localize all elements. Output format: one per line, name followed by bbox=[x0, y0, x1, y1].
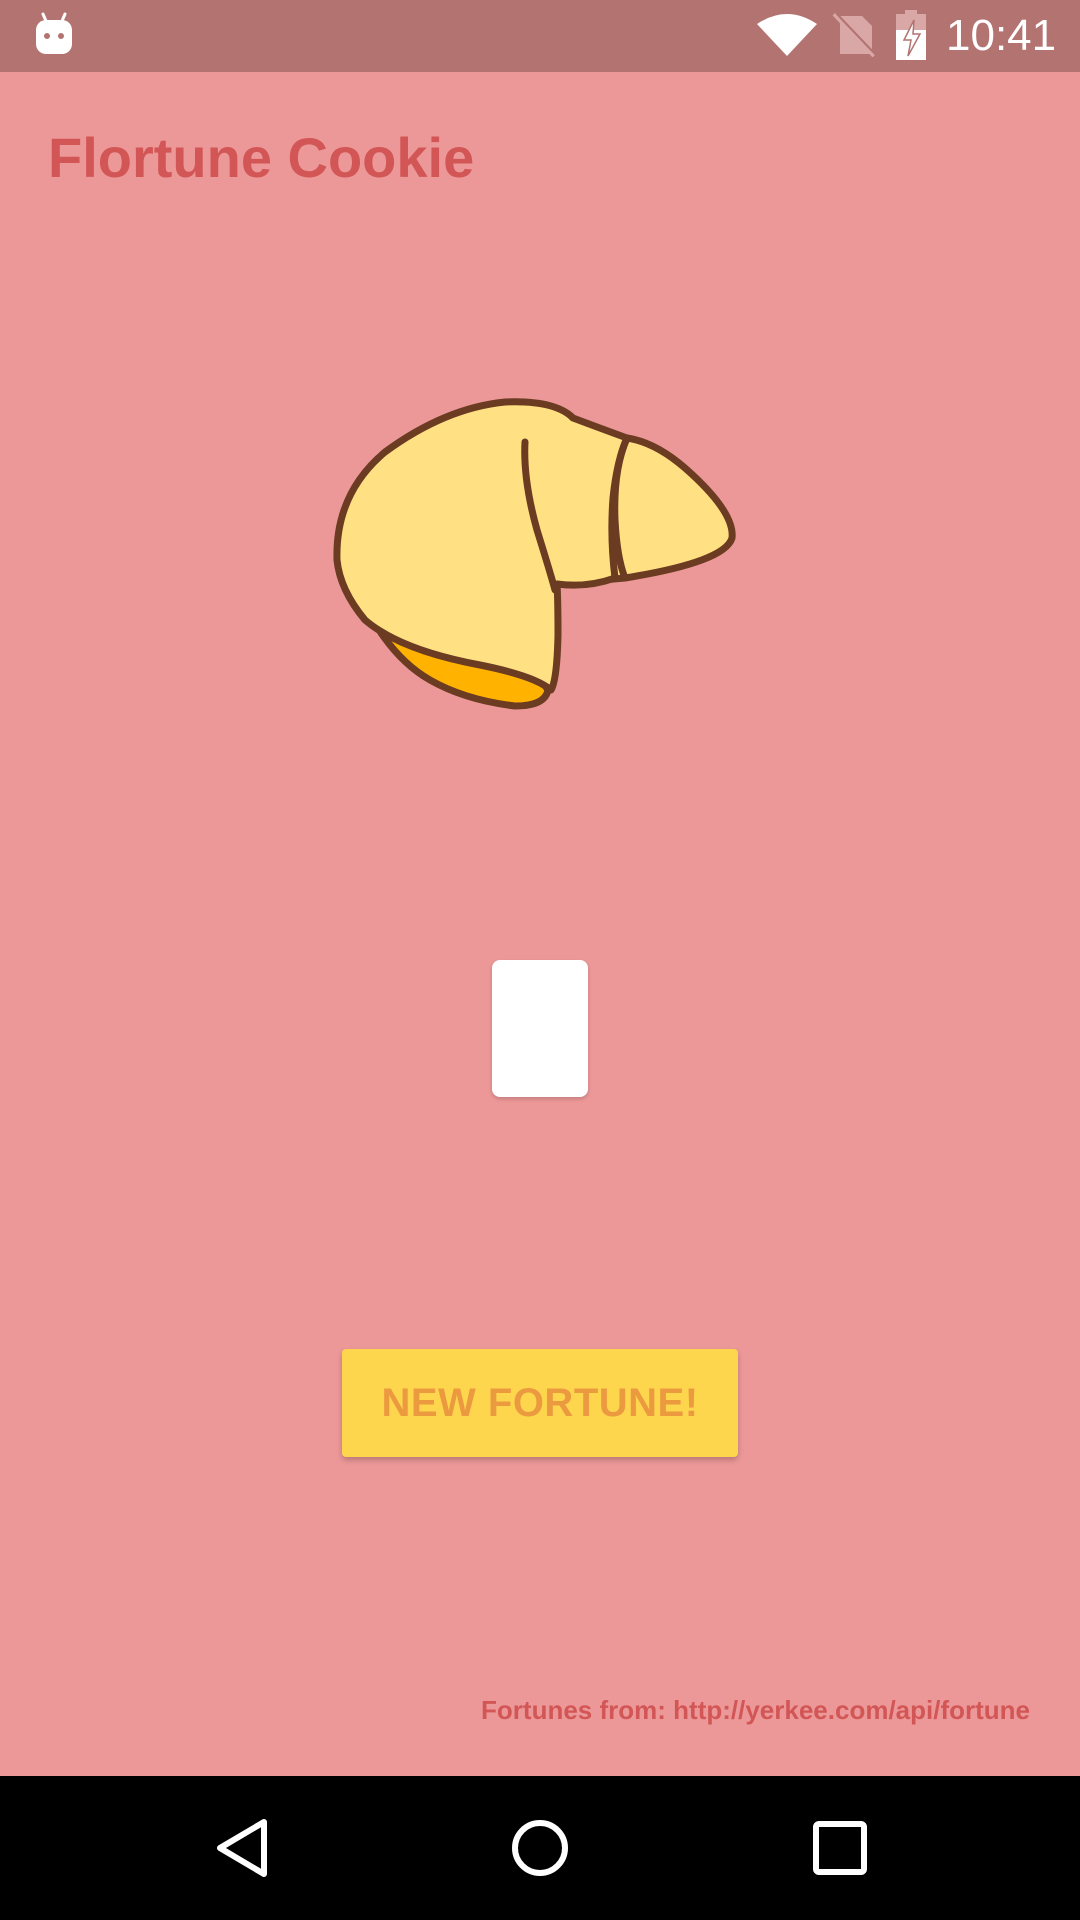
android-icon bbox=[36, 12, 72, 54]
fortune-slip bbox=[492, 960, 588, 1097]
new-fortune-button[interactable]: NEW FORTUNE! bbox=[342, 1349, 738, 1457]
fortune-source-credit: Fortunes from: http://yerkee.com/api/for… bbox=[481, 1695, 1030, 1725]
app-title: Flortune Cookie bbox=[48, 126, 475, 189]
home-icon[interactable] bbox=[510, 1818, 570, 1878]
fortune-text bbox=[492, 960, 588, 976]
wifi-icon bbox=[757, 14, 817, 56]
fortune-cookie-image[interactable] bbox=[325, 390, 745, 720]
no-sim-icon bbox=[832, 12, 876, 58]
status-time: 10:41 bbox=[946, 11, 1057, 60]
back-icon[interactable] bbox=[212, 1816, 272, 1880]
navigation-bar bbox=[0, 1776, 1080, 1920]
recents-icon[interactable] bbox=[812, 1820, 868, 1876]
battery-charging-icon bbox=[896, 10, 926, 60]
status-bar: 10:41 bbox=[0, 0, 1080, 72]
